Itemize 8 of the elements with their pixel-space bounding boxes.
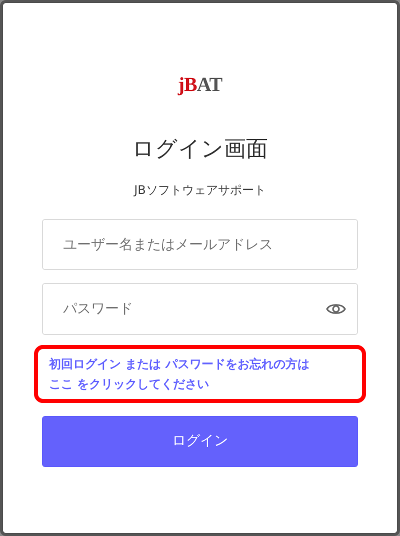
username-field[interactable]: ユーザー名またはメールアドレス xyxy=(42,219,358,270)
page-title: ログイン画面 xyxy=(132,136,268,164)
show-password-icon[interactable] xyxy=(326,302,346,316)
logo: jBAT xyxy=(178,73,222,97)
subtitle: JBソフトウェアサポート xyxy=(134,182,266,199)
help-link[interactable]: 初回ログイン または パスワードをお忘れの方は ここ をクリックしてください xyxy=(49,354,310,394)
password-field[interactable]: パスワード xyxy=(42,283,358,335)
login-button[interactable]: ログイン xyxy=(42,416,358,467)
